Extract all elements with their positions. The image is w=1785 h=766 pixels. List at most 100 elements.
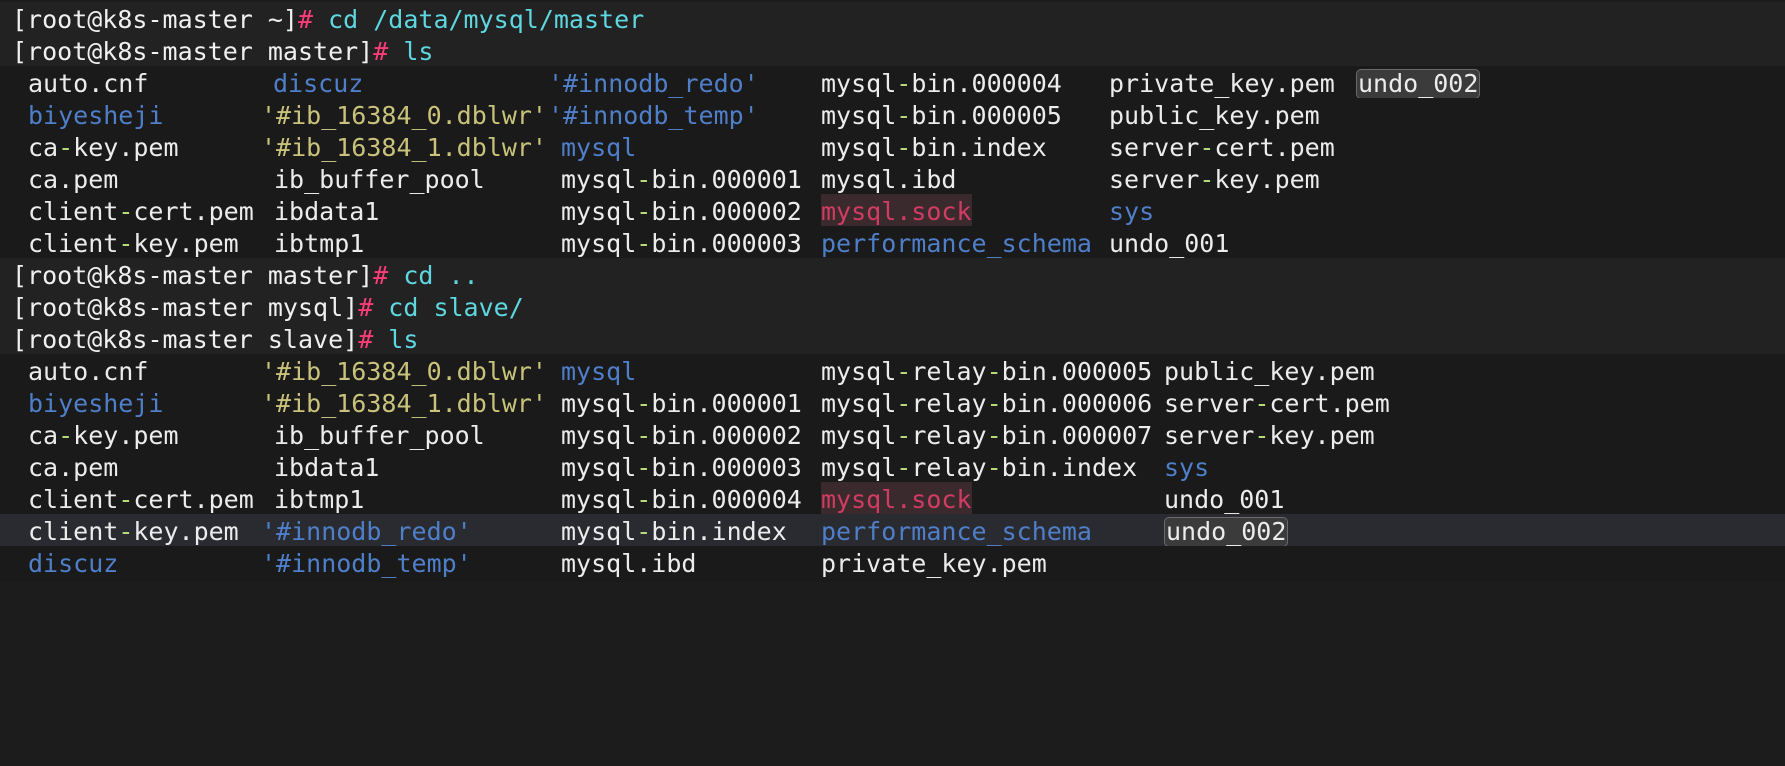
file-entry: auto.cnf (28, 69, 149, 98)
file-entry: client-cert.pem (28, 197, 254, 226)
filename-hyphen: - (636, 165, 652, 194)
dir-entry: biyesheji (28, 101, 164, 130)
file-entry: mysql-relay-bin.000005 (821, 357, 1153, 386)
file-entry: ca.pem (28, 453, 119, 482)
filename-hyphen: - (58, 133, 74, 162)
filename-hyphen: - (1254, 421, 1270, 450)
listing-row-highlighted: client-key.pem '#innodb_redo' mysql-bin.… (0, 514, 1785, 550)
filename-hyphen: - (986, 357, 1002, 386)
listing-row: ca.pem ibdata1 mysql-bin.000003 mysql-re… (0, 450, 1785, 486)
terminal-window[interactable]: [root@k8s-master ~]# cd /data/mysql/mast… (0, 0, 1785, 652)
filename-hyphen: - (636, 389, 652, 418)
filename-hyphen: - (896, 389, 912, 418)
selected-entry: undo_002 (1356, 69, 1481, 99)
command-text: cd .. (388, 261, 479, 290)
prompt-hash: # (358, 325, 374, 354)
socket-entry: mysql.sock (821, 194, 972, 230)
file-entry: server-key.pem (1109, 165, 1320, 194)
file-entry: private_key.pem (1109, 69, 1335, 98)
file-entry: mysql-bin.000001 (561, 165, 802, 194)
file-entry: '#ib_16384_1.dblwr' (261, 133, 547, 162)
dir-entry: discuz (273, 69, 364, 98)
listing-row: biyesheji '#ib_16384_1.dblwr' mysql-bin.… (0, 386, 1785, 422)
file-entry: '#ib_16384_0.dblwr' (261, 357, 547, 386)
prompt: [root@k8s-master master] (12, 37, 374, 66)
file-entry: mysql-bin.index (561, 517, 787, 546)
prompt-line: [root@k8s-master master]# ls (0, 34, 1785, 70)
prompt-line: [root@k8s-master mysql]# cd slave/ (0, 290, 1785, 326)
prompt: [root@k8s-master ~] (12, 5, 298, 34)
dir-entry: biyesheji (28, 389, 164, 418)
file-entry: '#ib_16384_1.dblwr' (261, 389, 547, 418)
filename-hyphen: - (118, 517, 134, 546)
dir-entry: sys (1164, 453, 1210, 482)
file-entry: mysql-bin.000004 (561, 485, 802, 514)
filename-hyphen: - (636, 229, 652, 258)
file-entry: server-cert.pem (1164, 389, 1390, 418)
listing-row: discuz '#innodb_temp' mysql.ibd private_… (0, 546, 1785, 582)
file-entry: server-key.pem (1164, 421, 1375, 450)
filename-hyphen: - (896, 357, 912, 386)
file-entry: ca-key.pem (28, 133, 179, 162)
selected-entry: undo_002 (1164, 517, 1289, 547)
file-entry: undo_001 (1164, 485, 1285, 514)
dir-entry: performance_schema (821, 517, 1092, 546)
file-entry: mysql-relay-bin.index (821, 453, 1138, 482)
file-entry: mysql-bin.000002 (561, 421, 802, 450)
prompt-hash: # (297, 5, 314, 34)
filename-hyphen: - (118, 197, 134, 226)
filename-hyphen: - (896, 453, 912, 482)
command-text: ls (373, 325, 419, 354)
listing-row: auto.cnf '#ib_16384_0.dblwr' mysql mysql… (0, 354, 1785, 390)
file-entry: private_key.pem (821, 549, 1047, 578)
file-entry: mysql-relay-bin.000007 (821, 421, 1153, 450)
socket-entry: mysql.sock (821, 482, 972, 518)
prompt-hash: # (373, 37, 389, 66)
filename-hyphen: - (1254, 389, 1270, 418)
prompt: [root@k8s-master master] (12, 261, 374, 290)
listing-row: ca.pem ib_buffer_pool mysql-bin.000001 m… (0, 162, 1785, 198)
listing-row: biyesheji '#ib_16384_0.dblwr' '#innodb_t… (0, 98, 1785, 134)
dir-entry: mysql (561, 133, 637, 162)
file-entry: client-key.pem (28, 517, 239, 546)
listing-row: client-cert.pem ibtmp1 mysql-bin.000004 … (0, 482, 1785, 518)
file-entry: client-cert.pem (28, 485, 254, 514)
command-text: ls (388, 37, 434, 66)
file-entry: ib_buffer_pool (274, 421, 485, 450)
filename-hyphen: - (636, 485, 652, 514)
listing-row: client-cert.pem ibdata1 mysql-bin.000002… (0, 194, 1785, 230)
file-entry: ca.pem (28, 165, 119, 194)
filename-hyphen: - (896, 69, 912, 98)
command-text: cd /data/mysql/master (313, 5, 645, 34)
filename-hyphen: - (118, 229, 134, 258)
filename-hyphen: - (636, 421, 652, 450)
file-entry: mysql-bin.index (821, 133, 1047, 162)
file-entry: mysql-bin.000003 (561, 453, 802, 482)
filename-hyphen: - (986, 453, 1002, 482)
dir-entry: sys (1109, 197, 1155, 226)
file-entry: '#ib_16384_0.dblwr' (261, 101, 547, 130)
filename-hyphen: - (118, 485, 134, 514)
filename-hyphen: - (636, 453, 652, 482)
file-entry: mysql-bin.000003 (561, 229, 802, 258)
filename-hyphen: - (896, 133, 912, 162)
dir-entry: '#innodb_temp' (548, 101, 759, 130)
file-entry: mysql.ibd (821, 165, 957, 194)
listing-row: client-key.pem ibtmp1 mysql-bin.000003 p… (0, 226, 1785, 262)
file-entry: undo_001 (1109, 229, 1230, 258)
dir-entry: mysql (561, 357, 637, 386)
prompt-line: [root@k8s-master master]# cd .. (0, 258, 1785, 294)
file-entry: mysql.ibd (561, 549, 697, 578)
filename-hyphen: - (986, 389, 1002, 418)
filename-hyphen: - (58, 421, 74, 450)
prompt: [root@k8s-master slave] (12, 325, 359, 354)
filename-hyphen: - (896, 421, 912, 450)
command-text: cd slave/ (373, 293, 524, 322)
prompt: [root@k8s-master mysql] (12, 293, 359, 322)
file-entry: ib_buffer_pool (274, 165, 485, 194)
file-entry: public_key.pem (1109, 101, 1320, 130)
file-entry: ca-key.pem (28, 421, 179, 450)
file-entry: auto.cnf (28, 357, 149, 386)
dir-entry: '#innodb_temp' (261, 549, 472, 578)
dir-entry: performance_schema (821, 229, 1092, 258)
